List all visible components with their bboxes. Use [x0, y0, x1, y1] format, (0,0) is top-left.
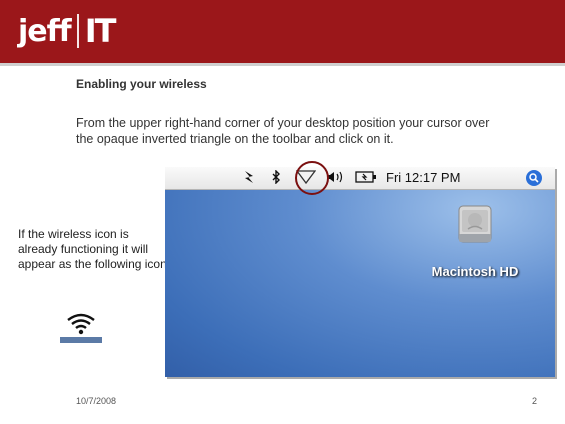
- mac-desktop-screenshot: Fri 12:17 PM Macintosh HD: [165, 167, 555, 377]
- jeffit-logo: jeff IT: [18, 10, 117, 52]
- desktop-background: Macintosh HD: [165, 190, 555, 377]
- wifi-icon: [60, 309, 102, 343]
- logo-text-it: IT: [84, 12, 117, 50]
- hard-drive-icon: [453, 202, 497, 246]
- highlight-circle: [295, 161, 329, 195]
- slide: jeff IT Enabling your wireless From the …: [0, 0, 565, 424]
- battery-icon: [355, 170, 377, 187]
- mac-menubar: Fri 12:17 PM: [165, 167, 555, 190]
- header-divider: [0, 63, 565, 66]
- instruction-paragraph: From the upper right-hand corner of your…: [76, 116, 490, 146]
- footer-date: 10/7/2008: [76, 396, 117, 406]
- logo-separator: [76, 14, 79, 48]
- page-number: 2: [532, 396, 538, 406]
- sync-icon: [243, 170, 255, 187]
- logo-text-jeff: jeff: [18, 13, 72, 49]
- menubar-clock: Fri 12:17 PM: [386, 170, 461, 185]
- side-note: If the wireless icon is already function…: [18, 227, 167, 271]
- hard-drive-label: Macintosh HD: [431, 264, 519, 279]
- volume-icon: [326, 170, 346, 187]
- spotlight-icon: [525, 169, 543, 190]
- bluetooth-icon: [271, 169, 281, 187]
- wifi-icon-base: [60, 337, 102, 343]
- slide-heading: Enabling your wireless: [76, 77, 207, 91]
- slide-header: jeff IT: [0, 0, 565, 63]
